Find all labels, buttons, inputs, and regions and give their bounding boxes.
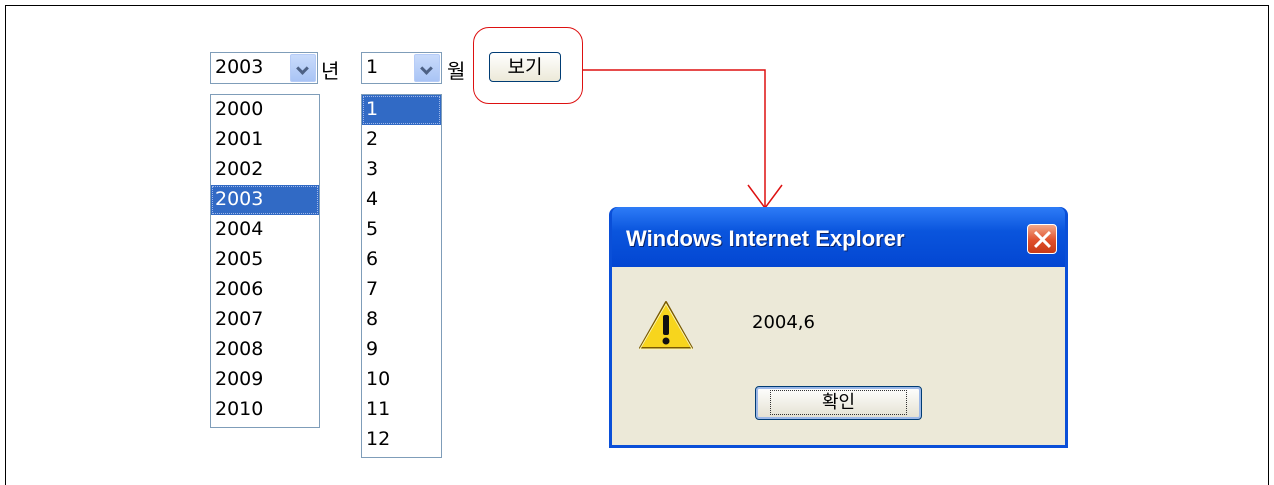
alert-dialog: Windows Internet Explorer 2004,6 확인: [609, 207, 1068, 448]
close-icon[interactable]: [1027, 224, 1057, 254]
dialog-title: Windows Internet Explorer: [626, 226, 905, 251]
dialog-body: 2004,6 확인: [612, 267, 1065, 445]
warning-icon: [639, 301, 693, 350]
ok-button[interactable]: 확인: [755, 386, 922, 420]
ok-button-label: 확인: [769, 390, 908, 415]
dialog-titlebar: Windows Internet Explorer: [612, 207, 1065, 267]
dialog-message: 2004,6: [752, 312, 815, 333]
